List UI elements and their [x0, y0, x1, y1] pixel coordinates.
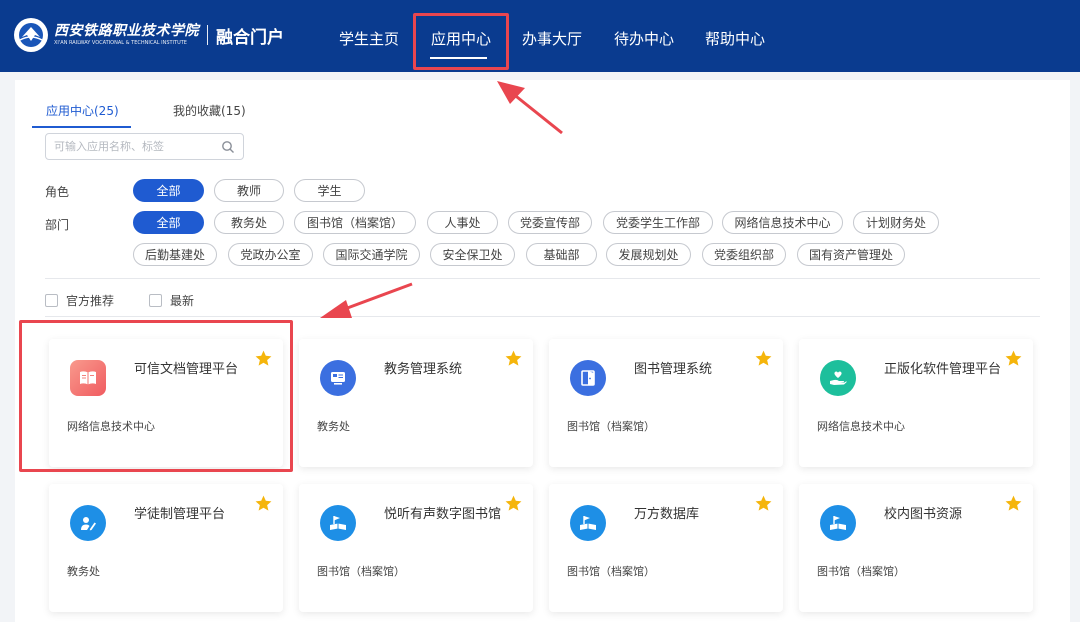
favorite-star-icon[interactable]	[254, 494, 273, 513]
favorite-star-icon[interactable]	[754, 349, 773, 368]
app-card[interactable]: 悦听有声数字图书馆 图书馆（档案馆）	[299, 484, 533, 612]
dept-filter-label: 部门	[45, 218, 70, 232]
app-name: 万方数据库	[634, 507, 700, 522]
flag-book-icon	[820, 505, 856, 541]
dept-chip[interactable]: 党委宣传部	[508, 211, 592, 234]
dept-chip[interactable]: 后勤基建处	[133, 243, 217, 266]
app-dept: 图书馆（档案馆）	[817, 565, 905, 578]
app-name: 悦听有声数字图书馆	[384, 507, 502, 522]
door-icon	[570, 360, 606, 396]
nav-app-center[interactable]: 应用中心	[431, 28, 491, 49]
dept-chip[interactable]: 国有资产管理处	[797, 243, 905, 266]
favorite-star-icon[interactable]	[1004, 349, 1023, 368]
nav-student-home[interactable]: 学生主页	[339, 28, 399, 49]
app-name: 校内图书资源	[884, 507, 963, 522]
search-input[interactable]	[54, 140, 221, 153]
filter-divider	[45, 278, 1040, 279]
search-box	[45, 133, 244, 160]
app-card[interactable]: 教务管理系统 教务处	[299, 339, 533, 467]
app-dept: 教务处	[67, 565, 100, 578]
app-name: 可信文档管理平台	[134, 362, 239, 377]
app-dept: 网络信息技术中心	[817, 420, 905, 433]
dept-chip[interactable]: 网络信息技术中心	[722, 211, 843, 234]
pen-icon	[70, 505, 106, 541]
school-emblem-icon	[14, 18, 48, 52]
app-name: 学徒制管理平台	[134, 507, 226, 522]
dept-chip[interactable]: 图书馆（档案馆）	[294, 211, 416, 234]
app-dept: 教务处	[317, 420, 350, 433]
app-dept: 网络信息技术中心	[67, 420, 155, 433]
favorite-star-icon[interactable]	[504, 494, 523, 513]
favorite-star-icon[interactable]	[504, 349, 523, 368]
app-card[interactable]: 图书管理系统 图书馆（档案馆）	[549, 339, 783, 467]
favorite-star-icon[interactable]	[1004, 494, 1023, 513]
top-header: 西安铁路职业技术学院 XI'AN RAILWAY VOCATIONAL & TE…	[0, 0, 1080, 72]
favorite-star-icon[interactable]	[254, 349, 273, 368]
app-name: 图书管理系统	[634, 362, 713, 377]
app-name: 教务管理系统	[384, 362, 463, 377]
tab-app-center[interactable]: 应用中心(25)	[46, 102, 119, 119]
logo-school-name-en: XI'AN RAILWAY VOCATIONAL & TECHNICAL INS…	[54, 40, 187, 46]
app-card[interactable]: 可信文档管理平台 网络信息技术中心	[49, 339, 283, 467]
portal-title: 融合门户	[216, 27, 284, 48]
heart-hand-icon	[820, 360, 856, 396]
role-filter-label: 角色	[45, 185, 70, 199]
app-card[interactable]: 校内图书资源 图书馆（档案馆）	[799, 484, 1033, 612]
app-name: 正版化软件管理平台	[884, 362, 1002, 377]
dept-chip[interactable]: 党政办公室	[228, 243, 313, 266]
dept-chip[interactable]: 人事处	[427, 211, 498, 234]
favorite-star-icon[interactable]	[754, 494, 773, 513]
logo-school-name: 西安铁路职业技术学院	[54, 23, 199, 39]
dept-chip-all[interactable]: 全部	[133, 211, 204, 234]
app-card[interactable]: 正版化软件管理平台 网络信息技术中心	[799, 339, 1033, 467]
dept-chip[interactable]: 计划财务处	[853, 211, 939, 234]
dept-chip[interactable]: 基础部	[526, 243, 597, 266]
dept-chip[interactable]: 党委组织部	[702, 243, 786, 266]
logo[interactable]: 西安铁路职业技术学院 XI'AN RAILWAY VOCATIONAL & TE…	[14, 18, 284, 52]
nav-service-hall[interactable]: 办事大厅	[522, 28, 582, 49]
checkbox-label: 官方推荐	[66, 294, 115, 308]
nav-todo-center[interactable]: 待办中心	[614, 28, 674, 49]
list-divider	[45, 316, 1040, 317]
checkbox-official-recommend[interactable]: 官方推荐	[45, 292, 114, 309]
role-chip-student[interactable]: 学生	[294, 179, 365, 202]
app-card[interactable]: 万方数据库 图书馆（档案馆）	[549, 484, 783, 612]
flag-book-icon	[320, 505, 356, 541]
checkbox-box[interactable]	[45, 294, 58, 307]
flag-book-icon	[570, 505, 606, 541]
checkbox-label: 最新	[170, 294, 195, 308]
nav-active-indicator	[430, 57, 487, 59]
logo-separator	[207, 25, 208, 45]
app-dept: 图书馆（档案馆）	[317, 565, 405, 578]
checkbox-box[interactable]	[149, 294, 162, 307]
role-chip-teacher[interactable]: 教师	[214, 179, 284, 202]
app-dept: 图书馆（档案馆）	[567, 420, 655, 433]
dept-chip[interactable]: 安全保卫处	[430, 243, 515, 266]
app-dept: 图书馆（档案馆）	[567, 565, 655, 578]
book-icon	[70, 360, 106, 396]
checkbox-latest[interactable]: 最新	[149, 292, 194, 309]
dept-chip[interactable]: 教务处	[214, 211, 284, 234]
search-icon[interactable]	[221, 140, 235, 154]
role-chip-all[interactable]: 全部	[133, 179, 204, 202]
monitor-icon	[320, 360, 356, 396]
tab-my-favorites[interactable]: 我的收藏(15)	[173, 102, 246, 119]
tab-active-indicator	[32, 126, 131, 128]
dept-chip[interactable]: 发展规划处	[606, 243, 691, 266]
dept-chip[interactable]: 国际交通学院	[323, 243, 420, 266]
nav-help-center[interactable]: 帮助中心	[705, 28, 765, 49]
app-card[interactable]: 学徒制管理平台 教务处	[49, 484, 283, 612]
dept-chip[interactable]: 党委学生工作部	[603, 211, 713, 234]
